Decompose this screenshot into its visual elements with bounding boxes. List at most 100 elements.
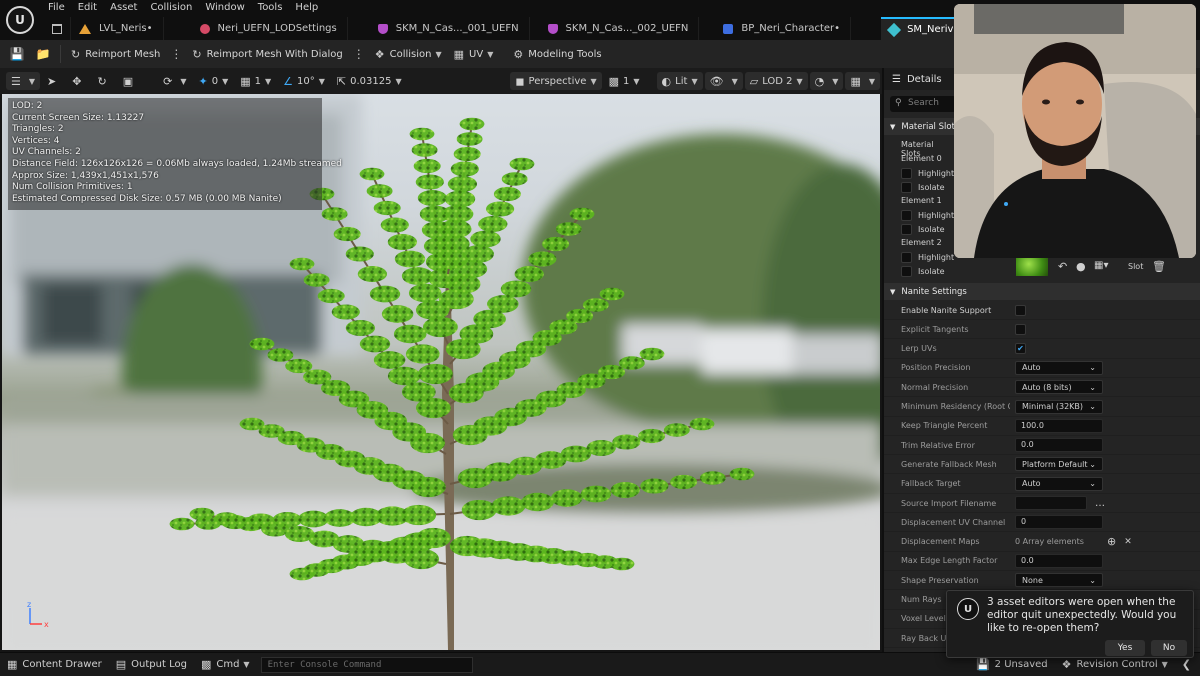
chevron-down-icon: ▼ (633, 76, 640, 86)
property-number-input[interactable]: 0.0 (1015, 438, 1103, 453)
tab-skm-002[interactable]: SKM_N_Cas..._002_UEFN (530, 17, 700, 40)
stat-screen-size: Current Screen Size: 1.13227 (12, 112, 145, 123)
use-selected-icon[interactable]: ● (1076, 260, 1086, 273)
angle-snap-icon: ∠ (283, 74, 294, 88)
camera-speed-button[interactable]: ▩ 1 ▼ (604, 72, 645, 90)
save-icon[interactable]: 💾 (4, 44, 30, 64)
nanite-row: Displacement UV Channel 0 (884, 513, 1200, 533)
scale-mode-button[interactable]: ▣ (118, 72, 142, 90)
surface-snap-button[interactable]: ✦ 0 ▼ (193, 72, 233, 90)
menu-window[interactable]: Window (205, 2, 253, 16)
reimport-mesh-button[interactable]: ↻ Reimport Mesh (65, 44, 166, 64)
content-drawer-button[interactable]: ▦ Content Drawer (0, 658, 109, 671)
browse-asset-icon[interactable]: 📁 (30, 44, 56, 64)
nanite-row: Lerp UVs ✔ (884, 340, 1200, 359)
layout-icon: ▦ (850, 74, 861, 88)
highlight-checkbox[interactable] (901, 252, 912, 263)
tab-level[interactable]: LVL_Neris• (71, 17, 164, 40)
translate-mode-button[interactable]: ✥ (67, 72, 90, 90)
menu-collision[interactable]: Collision (150, 2, 201, 16)
mesh-viewport[interactable]: LOD: 2 Current Screen Size: 1.13227 Tria… (2, 94, 880, 650)
browse-material-icon[interactable]: ↶ (1058, 260, 1067, 273)
performance-dropdown[interactable]: ◔ ▼ (809, 72, 844, 90)
no-button[interactable]: No (1151, 640, 1187, 656)
tab-bp-character[interactable]: BP_Neri_Character• (699, 17, 852, 40)
isolate-checkbox[interactable] (901, 182, 912, 193)
yes-button[interactable]: Yes (1105, 640, 1145, 656)
add-element-icon[interactable]: ⊕ (1107, 535, 1116, 548)
perspective-dropdown[interactable]: ◼ Perspective ▼ (510, 72, 602, 90)
unsaved-button[interactable]: 💾 2 Unsaved (969, 658, 1055, 671)
viewport-options-button[interactable]: ☰ ▼ (6, 72, 41, 90)
hamburger-icon: ☰ (11, 74, 21, 88)
element-0-label: Element 0 (901, 154, 942, 163)
file-path-input[interactable] (1015, 496, 1087, 510)
more-options-icon[interactable]: ⋮ (166, 47, 186, 61)
menu-edit[interactable]: Edit (78, 2, 106, 16)
chevron-down-icon: ⌄ (1089, 382, 1096, 392)
show-flags-dropdown[interactable]: 👁 ▼ (704, 72, 743, 90)
trash-icon[interactable]: 🗑 (1152, 260, 1166, 273)
isolate-checkbox[interactable] (901, 224, 912, 235)
property-dropdown[interactable]: Minimal (32KB) ⌄ (1015, 399, 1103, 414)
material-options-icon[interactable]: ▦▾ (1094, 260, 1108, 271)
scale-snap-button[interactable]: ⇱ 0.03125 ▼ (332, 72, 407, 90)
reimport-with-dialog-button[interactable]: ↻ Reimport Mesh With Dialog (186, 44, 348, 64)
browse-file-button[interactable]: … (1095, 498, 1105, 509)
layout-dropdown[interactable]: ▦ ▼ (845, 72, 880, 90)
grid-snap-button[interactable]: ▦ 1 ▼ (235, 72, 276, 90)
menu-tools[interactable]: Tools (258, 2, 292, 16)
property-dropdown[interactable]: Auto (8 bits) ⌄ (1015, 380, 1103, 395)
property-dropdown[interactable]: Auto ⌄ (1015, 476, 1103, 491)
property-checkbox[interactable] (1015, 304, 1026, 316)
tab-lod-settings[interactable]: Neri_UEFN_LODSettings (164, 17, 348, 40)
highlight-checkbox[interactable] (901, 210, 912, 221)
property-checkbox[interactable] (1015, 323, 1026, 335)
tab-skm-001[interactable]: SKM_N_Cas..._001_UEFN (348, 17, 530, 40)
material-thumbnail[interactable] (1016, 256, 1048, 276)
console-command-input[interactable]: Enter Console Command (260, 656, 473, 673)
element-2-highlight[interactable]: Highlight (901, 252, 954, 263)
property-number-input[interactable]: 0.0 (1015, 553, 1103, 568)
property-dropdown[interactable]: None ⌄ (1015, 573, 1103, 588)
lit-dropdown[interactable]: ◐ Lit ▼ (656, 72, 703, 90)
rotate-mode-button[interactable]: ↻ (92, 72, 115, 90)
uv-dropdown[interactable]: ▦ UV ▼ (448, 44, 500, 64)
leaf-cluster (387, 234, 418, 250)
property-dropdown[interactable]: Auto ⌄ (1015, 360, 1103, 375)
isolate-checkbox[interactable] (901, 266, 912, 277)
element-0-isolate[interactable]: Isolate (901, 182, 945, 193)
select-mode-button[interactable]: ➤ (42, 72, 65, 90)
tab-home[interactable] (44, 17, 71, 40)
modeling-tools-button[interactable]: ⚙ Modeling Tools (507, 44, 607, 64)
output-log-button[interactable]: ▤ Output Log (109, 658, 194, 671)
property-number-input[interactable]: 100.0 (1015, 418, 1103, 433)
element-1-isolate[interactable]: Isolate (901, 224, 945, 235)
menu-help[interactable]: Help (295, 2, 327, 16)
element-0-highlight[interactable]: Highlight (901, 168, 954, 179)
property-number-input[interactable]: 0 (1015, 515, 1103, 530)
angle-snap-button[interactable]: ∠ 10° ▼ (278, 72, 330, 90)
menu-file[interactable]: File (48, 2, 74, 16)
ask-ai-button[interactable]: ❮ (1175, 658, 1200, 671)
nanite-settings-section[interactable]: ▼ Nanite Settings (884, 283, 1200, 300)
collision-dropdown[interactable]: ❖ Collision ▼ (369, 44, 448, 64)
menu-asset[interactable]: Asset (110, 2, 146, 16)
property-label: Minimum Residency (Root Geo (901, 402, 1010, 411)
lit-sphere-icon: ◐ (661, 74, 672, 88)
revision-control-button[interactable]: ❖ Revision Control ▼ (1055, 658, 1175, 671)
lod-dropdown[interactable]: ▱ LOD 2 ▼ (744, 72, 808, 90)
collision-label: Collision (389, 48, 432, 60)
leaf-cluster (486, 201, 515, 217)
element-2-isolate[interactable]: Isolate (901, 266, 945, 277)
details-search-input[interactable]: ⚲ Search (890, 96, 956, 112)
property-checkbox[interactable]: ✔ (1015, 343, 1026, 355)
unreal-logo-icon[interactable]: U (6, 6, 34, 34)
highlight-checkbox[interactable] (901, 168, 912, 179)
trash-icon[interactable]: ✕ (1124, 537, 1132, 547)
cmd-dropdown[interactable]: ▩ Cmd ▼ (194, 658, 257, 671)
element-1-highlight[interactable]: Highlight (901, 210, 954, 221)
property-dropdown[interactable]: Platform Default ⌄ (1015, 457, 1103, 472)
more-options-icon[interactable]: ⋮ (349, 47, 369, 61)
coordinate-space-button[interactable]: ⟳ ▼ (158, 72, 191, 90)
